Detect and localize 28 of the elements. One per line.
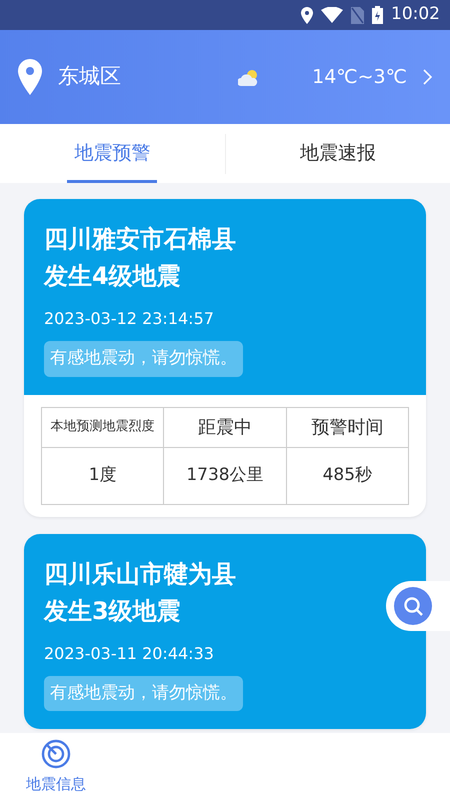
table-cell: 1738公里 xyxy=(164,447,286,504)
table-cell: 485秒 xyxy=(286,447,408,504)
chevron-right-icon[interactable] xyxy=(423,69,432,85)
table-header: 本地预测地震烈度 xyxy=(42,407,164,447)
battery-icon xyxy=(372,6,383,24)
no-sim-icon xyxy=(351,6,364,24)
search-button[interactable] xyxy=(386,581,450,631)
location-icon[interactable] xyxy=(18,59,42,95)
tab[interactable]: 地震速报 xyxy=(226,124,450,183)
wifi-icon xyxy=(321,7,343,23)
search-icon xyxy=(394,587,432,625)
location-name[interactable]: 东城区 xyxy=(58,61,121,93)
tab[interactable]: 地震预警 xyxy=(0,124,224,183)
table-header: 预警时间 xyxy=(286,407,408,447)
table-header: 距震中 xyxy=(164,407,286,447)
location-icon xyxy=(301,6,313,24)
alert-time: 2023-03-11 20:44:33 xyxy=(44,642,215,664)
table-cell: 1度 xyxy=(42,447,164,504)
alert-notice: 有感地震动，请勿惊慌。 xyxy=(44,341,243,376)
temperature-range[interactable]: 14℃~3℃ xyxy=(312,62,407,92)
alert-time: 2023-03-12 23:14:57 xyxy=(44,308,215,330)
alert-title: 四川乐山市犍为县发生3级地震 xyxy=(44,558,237,626)
alert-title: 四川雅安市石棉县发生4级地震 xyxy=(44,224,237,292)
radar-icon xyxy=(41,739,71,769)
alert-card[interactable]: 四川雅安市石棉县发生4级地震 2023-03-12 23:14:57 有感地震动，请勿惊慌。 本地预测地震烈度 距震中 预警时间 1度 1738公里 485秒 xyxy=(24,199,426,516)
clock: 10:02 xyxy=(391,3,440,26)
alert-notice: 有感地震动，请勿惊慌。 xyxy=(44,676,243,711)
alert-card[interactable]: 四川乐山市犍为县发生3级地震 2023-03-11 20:44:33 有感地震动，请勿惊慌。 xyxy=(24,534,426,729)
